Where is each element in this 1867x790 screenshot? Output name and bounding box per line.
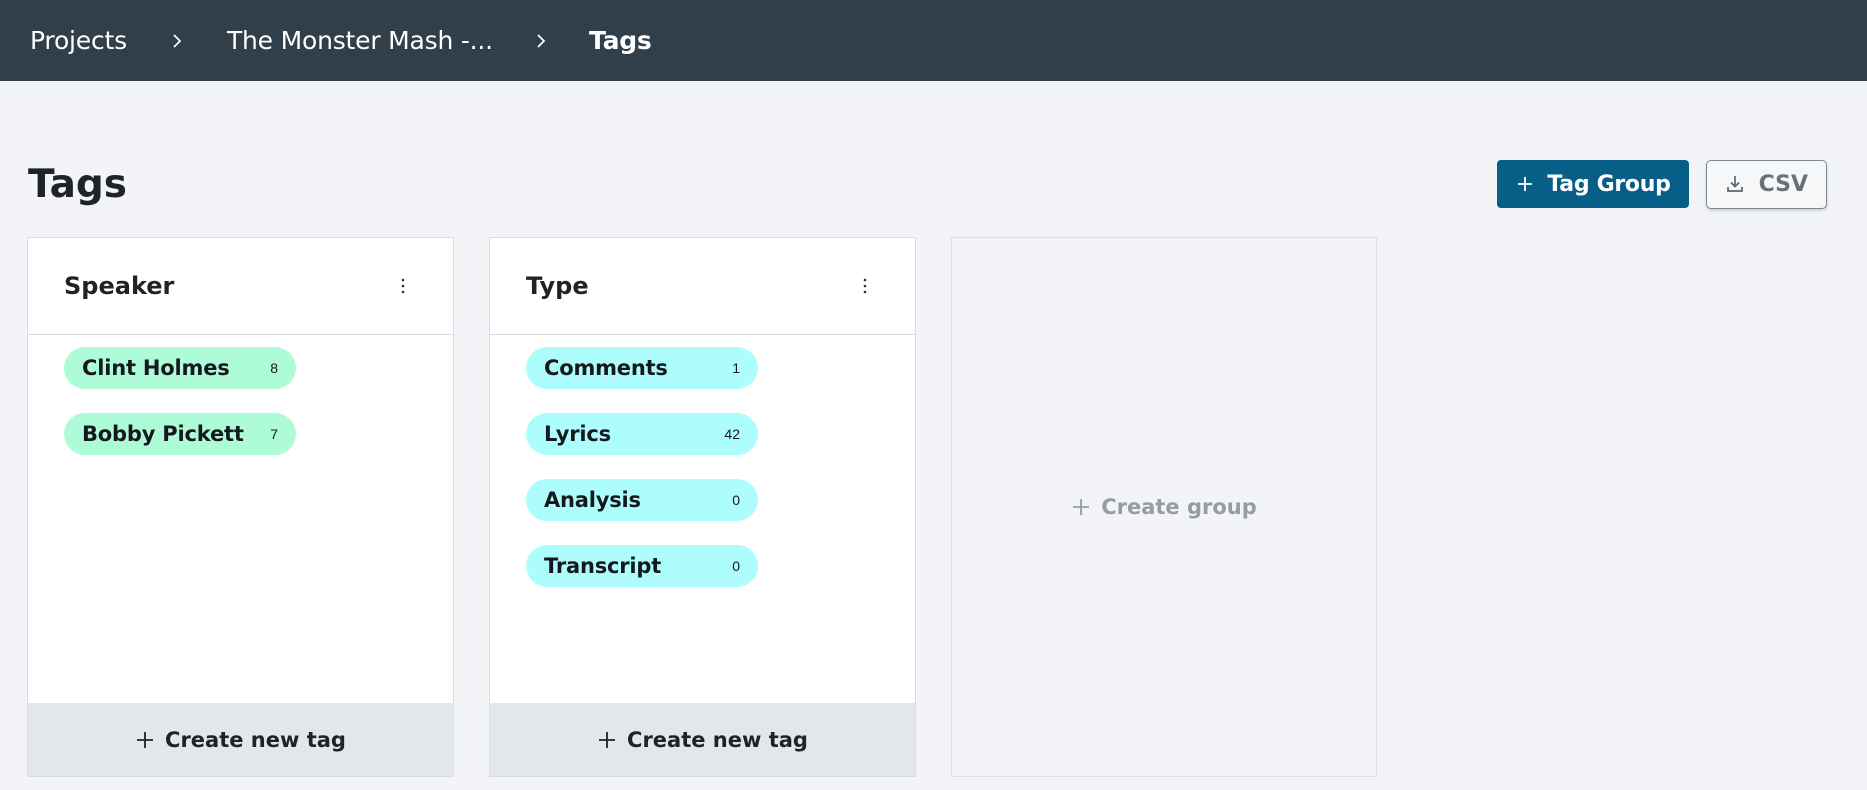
- tag-count: 42: [724, 426, 740, 442]
- tag-group-type: Type Comments 1 Lyrics 42 Analysis 0 Tra…: [489, 237, 916, 777]
- tag-group-speaker: Speaker Clint Holmes 8 Bobby Pickett 7 C…: [27, 237, 454, 777]
- chevron-right-icon: [127, 33, 227, 49]
- kebab-menu-icon[interactable]: [393, 274, 413, 298]
- breadcrumb-projects[interactable]: Projects: [30, 26, 127, 55]
- create-group-button[interactable]: Create group: [951, 237, 1377, 777]
- add-tag-group-label: Tag Group: [1547, 171, 1671, 197]
- plus-icon: [137, 731, 154, 748]
- tag-name: Bobby Pickett: [82, 422, 244, 446]
- tag-pill[interactable]: Clint Holmes 8: [64, 347, 296, 389]
- page-header: Tags Tag Group CSV: [28, 158, 1827, 210]
- download-icon: [1726, 176, 1743, 192]
- tag-group-name: Type: [526, 272, 589, 300]
- tag-count: 1: [732, 360, 740, 376]
- export-csv-label: CSV: [1758, 171, 1808, 197]
- tag-name: Analysis: [544, 488, 641, 512]
- tag-pill[interactable]: Lyrics 42: [526, 413, 758, 455]
- plus-icon: [1518, 177, 1533, 191]
- breadcrumb-project[interactable]: The Monster Mash -...: [227, 26, 493, 55]
- kebab-menu-icon[interactable]: [855, 274, 875, 298]
- tag-pill[interactable]: Transcript 0: [526, 545, 758, 587]
- tag-group-header: Type: [490, 238, 915, 335]
- tag-name: Comments: [544, 356, 668, 380]
- tag-count: 0: [732, 558, 740, 574]
- tag-pill[interactable]: Comments 1: [526, 347, 758, 389]
- tag-group-name: Speaker: [64, 272, 175, 300]
- tag-group-header: Speaker: [28, 238, 453, 335]
- tag-list: Comments 1 Lyrics 42 Analysis 0 Transcri…: [490, 335, 915, 587]
- breadcrumb-current: Tags: [588, 26, 652, 55]
- tag-name: Lyrics: [544, 422, 611, 446]
- add-tag-group-button[interactable]: Tag Group: [1497, 160, 1689, 208]
- page-title: Tags: [28, 161, 128, 207]
- tag-count: 0: [732, 492, 740, 508]
- header-actions: Tag Group CSV: [1497, 159, 1827, 209]
- create-new-tag-button[interactable]: Create new tag: [28, 703, 453, 776]
- export-csv-button[interactable]: CSV: [1705, 159, 1827, 209]
- tag-pill[interactable]: Analysis 0: [526, 479, 758, 521]
- tag-count: 7: [270, 426, 278, 442]
- create-new-tag-label: Create new tag: [627, 727, 808, 752]
- top-nav-bar: Projects The Monster Mash -... Tags: [0, 0, 1867, 81]
- tag-list: Clint Holmes 8 Bobby Pickett 7: [28, 335, 453, 455]
- tag-name: Transcript: [544, 554, 662, 578]
- chevron-right-icon: [493, 33, 589, 49]
- create-new-tag-label: Create new tag: [165, 727, 346, 752]
- tag-pill[interactable]: Bobby Pickett 7: [64, 413, 296, 455]
- tag-count: 8: [270, 360, 278, 376]
- create-group-label: Create group: [1101, 495, 1257, 519]
- plus-icon: [1073, 499, 1090, 515]
- create-new-tag-button[interactable]: Create new tag: [490, 703, 915, 776]
- plus-icon: [599, 731, 616, 748]
- tag-name: Clint Holmes: [82, 356, 230, 380]
